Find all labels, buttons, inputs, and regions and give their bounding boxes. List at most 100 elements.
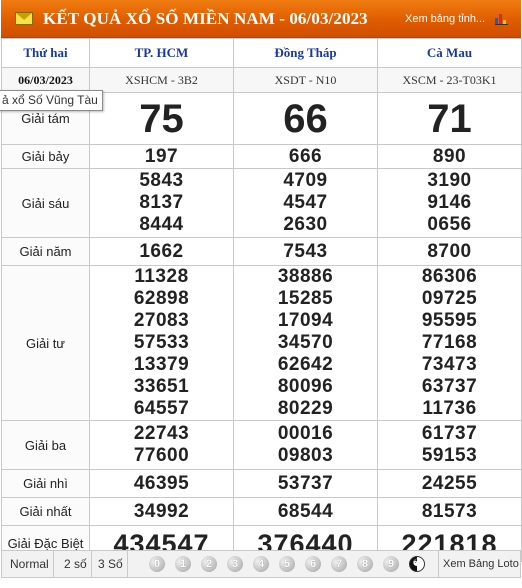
prize-number: 27083 <box>133 310 190 331</box>
prize-number: 46395 <box>89 469 234 498</box>
yin-yang-icon[interactable]: ☯ <box>409 556 425 572</box>
bottom-toolbar: Normal 2 số 3 Số 0 1 2 3 4 5 6 7 8 9 ☯ X… <box>1 550 521 578</box>
prize-cell: 3190 9146 0656 <box>377 168 522 238</box>
prize-number: 34992 <box>89 497 234 526</box>
prize-number: 890 <box>377 144 522 169</box>
prize-number: 666 <box>233 144 378 169</box>
digit-filter-button[interactable]: 5 <box>279 556 295 572</box>
prize-number: 2630 <box>283 214 328 235</box>
prize-cell: 4709 4547 2630 <box>233 168 378 238</box>
prize-number: 71 <box>377 92 522 145</box>
prize-number: 4709 <box>283 170 328 191</box>
prize-label: Giải nhất <box>1 497 90 526</box>
prize-number: 75 <box>89 92 234 145</box>
prize-number: 09725 <box>421 288 478 309</box>
mode-3-digit-button[interactable]: 3 Số <box>94 551 128 577</box>
prize-row-3: Giải ba 22743 77600 00016 09803 61737 59… <box>1 420 522 470</box>
prize-number: 13379 <box>133 354 190 375</box>
prize-number: 4547 <box>283 192 328 213</box>
prize-label: Giải bảy <box>1 144 90 169</box>
chart-icon[interactable] <box>495 11 509 25</box>
prize-number: 53737 <box>233 469 378 498</box>
prize-number: 62642 <box>277 354 334 375</box>
prize-number: 7543 <box>233 237 378 266</box>
prize-number: 80229 <box>277 398 334 419</box>
prize-number: 59153 <box>421 445 478 466</box>
prize-number: 34570 <box>277 332 334 353</box>
prize-label: Giải tư <box>1 265 90 421</box>
digit-filter-button[interactable]: 9 <box>383 556 399 572</box>
envelope-icon <box>15 12 33 25</box>
prize-cell: 86306 09725 95595 77168 73473 63737 1173… <box>377 265 522 421</box>
prize-number: 38886 <box>277 266 334 287</box>
digit-filter-button[interactable]: 3 <box>227 556 243 572</box>
digit-filter-button[interactable]: 0 <box>149 556 165 572</box>
prize-number: 62898 <box>133 288 190 309</box>
digit-filter-button[interactable]: 1 <box>175 556 191 572</box>
ticket-code: XSDT - N10 <box>233 67 378 93</box>
prize-number: 15285 <box>277 288 334 309</box>
prize-number: 1662 <box>89 237 234 266</box>
mode-normal-button[interactable]: Normal <box>6 551 54 577</box>
prize-number: 95595 <box>421 310 478 331</box>
prize-number: 17094 <box>277 310 334 331</box>
prize-row-1: Giải nhất 34992 68544 81573 <box>1 497 522 526</box>
prize-label: Giải sáu <box>1 168 90 238</box>
province-name[interactable]: Đồng Tháp <box>233 38 378 68</box>
prize-number: 8137 <box>139 192 184 213</box>
day-label: Thứ hai <box>1 38 90 68</box>
prize-number: 8444 <box>139 214 184 235</box>
digit-filter-button[interactable]: 7 <box>331 556 347 572</box>
prize-number: 0656 <box>427 214 472 235</box>
prize-number: 24255 <box>377 469 522 498</box>
prize-cell: 22743 77600 <box>89 420 234 470</box>
prize-number: 22743 <box>133 423 190 444</box>
prize-number: 73473 <box>421 354 478 375</box>
results-widget: KẾT QUẢ XỔ SỐ MIỀN NAM - 06/03/2023 Xem … <box>0 0 522 588</box>
prize-number: 66 <box>233 92 378 145</box>
prize-number: 9146 <box>427 192 472 213</box>
results-table: Thứ hai TP. HCM Đồng Tháp Cà Mau 06/03/2… <box>1 38 522 562</box>
draw-date: 06/03/2023 <box>1 67 90 93</box>
mode-2-digit-button[interactable]: 2 số <box>60 551 92 577</box>
ticket-code: XSHCM - 3B2 <box>89 67 234 93</box>
prize-number: 86306 <box>421 266 478 287</box>
digit-filter-button[interactable]: 6 <box>305 556 321 572</box>
digit-filter-button[interactable]: 4 <box>253 556 269 572</box>
prize-number: 63737 <box>421 376 478 397</box>
prize-cell: 38886 15285 17094 34570 62642 80096 8022… <box>233 265 378 421</box>
page-title: KẾT QUẢ XỔ SỐ MIỀN NAM - 06/03/2023 <box>43 9 368 28</box>
prize-row-4: Giải tư 11328 62898 27083 57533 13379 33… <box>1 265 522 421</box>
digit-filter-button[interactable]: 2 <box>201 556 217 572</box>
prize-number: 61737 <box>421 423 478 444</box>
prize-number: 57533 <box>133 332 190 353</box>
prize-number: 64557 <box>133 398 190 419</box>
province-name[interactable]: Cà Mau <box>377 38 522 68</box>
digit-filter-button[interactable]: 8 <box>357 556 373 572</box>
prize-number: 00016 <box>277 423 334 444</box>
prize-number: 197 <box>89 144 234 169</box>
ticket-code: XSCM - 23-T03K1 <box>377 67 522 93</box>
prize-row-7: Giải bảy 197 666 890 <box>1 144 522 169</box>
prize-number: 3190 <box>427 170 472 191</box>
province-table-link[interactable]: Xem bảng tỉnh... <box>405 13 485 25</box>
loto-table-link[interactable]: Xem Bảng Loto <box>438 551 519 577</box>
prize-number: 5843 <box>139 170 184 191</box>
prize-number: 11736 <box>422 398 477 419</box>
prize-number: 77168 <box>421 332 478 353</box>
prize-label: Giải ba <box>1 420 90 470</box>
header-bar: KẾT QUẢ XỔ SỐ MIỀN NAM - 06/03/2023 Xem … <box>1 0 521 38</box>
province-name[interactable]: TP. HCM <box>89 38 234 68</box>
prize-cell: 5843 8137 8444 <box>89 168 234 238</box>
prize-cell: 61737 59153 <box>377 420 522 470</box>
prize-number: 09803 <box>277 445 334 466</box>
prize-label: Giải năm <box>1 237 90 266</box>
prize-number: 68544 <box>233 497 378 526</box>
prize-number: 80096 <box>277 376 334 397</box>
prize-cell: 11328 62898 27083 57533 13379 33651 6455… <box>89 265 234 421</box>
prize-number: 8700 <box>377 237 522 266</box>
prize-row-5: Giải năm 1662 7543 8700 <box>1 237 522 266</box>
prize-number: 33651 <box>133 376 190 397</box>
prize-cell: 00016 09803 <box>233 420 378 470</box>
prize-number: 11328 <box>134 266 189 287</box>
